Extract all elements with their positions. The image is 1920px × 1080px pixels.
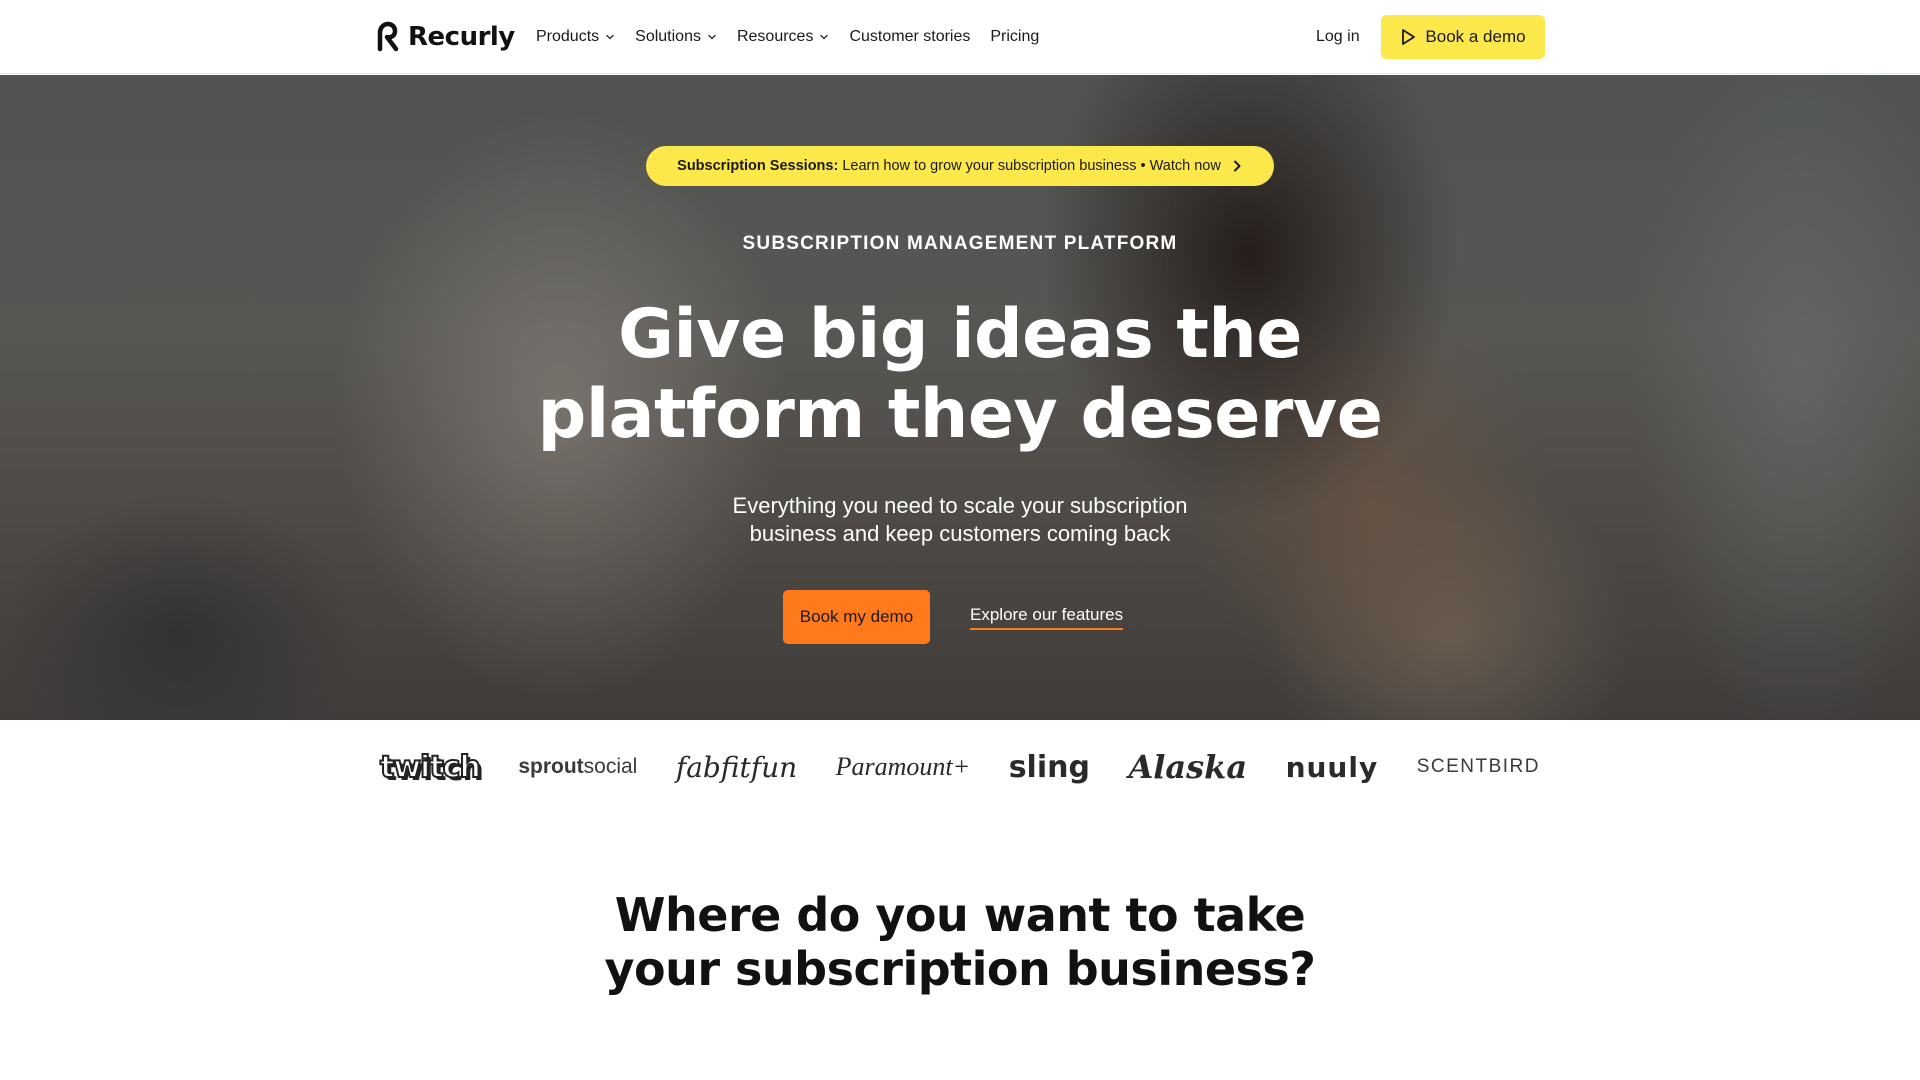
sprout-text: sprout [518, 755, 584, 778]
announcement-banner[interactable]: Subscription Sessions: Learn how to grow… [646, 146, 1274, 186]
alaska-logo: Alaska [1128, 748, 1248, 786]
subhead-line-1: Everything you need to scale your subscr… [732, 493, 1188, 518]
nav-item-label: Resources [736, 28, 814, 45]
paramount-plus-logo: Paramount+ [835, 752, 971, 781]
headline-line-2: platform they deserve [537, 375, 1383, 454]
nav-item-products[interactable]: Products [536, 28, 615, 46]
section-title-line-1: Where do you want to take [614, 888, 1306, 942]
section-title: Where do you want to take your subscript… [460, 888, 1460, 996]
headline-line-1: Give big ideas the [618, 295, 1302, 374]
nav-item-label: Products [536, 28, 600, 45]
section-title-line-2: your subscription business? [604, 942, 1316, 996]
announcement-text: Learn how to grow your subscription busi… [842, 158, 1221, 174]
hero-section: Subscription Sessions: Learn how to grow… [0, 75, 1920, 720]
sproutsocial-logo: sproutsocial [518, 755, 637, 779]
nav-item-label: Customer stories [849, 28, 971, 45]
book-demo-button[interactable]: Book a demo [1381, 15, 1545, 59]
nav-item-label: Pricing [990, 28, 1040, 45]
logo-text: Recurly [408, 22, 515, 52]
announcement-bold: Subscription Sessions: [677, 158, 839, 174]
hero-eyebrow: SUBSCRIPTION MANAGEMENT PLATFORM [742, 233, 1178, 254]
recurly-logo[interactable]: Recurly [374, 18, 515, 56]
social-text: social [583, 755, 638, 778]
nuuly-logo: nuuly [1285, 750, 1379, 784]
chevron-down-icon [708, 34, 716, 40]
chevron-down-icon [606, 34, 614, 40]
scentbird-logo: SCENTBIRD [1416, 756, 1540, 777]
nav-item-pricing[interactable]: Pricing [990, 28, 1039, 46]
twitch-logo: twitch [379, 749, 482, 786]
hero-headline: Give big ideas the platform they deserve [360, 295, 1560, 455]
nav-item-resources[interactable]: Resources [737, 28, 829, 46]
hero-subheadline: Everything you need to scale your subscr… [560, 492, 1360, 548]
login-link[interactable]: Log in [1316, 0, 1360, 74]
book-my-demo-button[interactable]: Book my demo [783, 590, 930, 644]
book-demo-label: Book a demo [1425, 27, 1526, 46]
sling-logo: sling [1008, 749, 1090, 785]
main-menu: Products Solutions Resources Customer st… [536, 0, 1039, 74]
recurly-logo-icon [377, 21, 399, 52]
nav-item-label: Solutions [635, 28, 701, 45]
chevron-down-icon [820, 34, 829, 40]
nav-item-solutions[interactable]: Solutions [635, 28, 717, 46]
explore-features-link[interactable]: Explore our features [970, 605, 1124, 630]
chevron-right-icon [1233, 160, 1241, 172]
fabfitfun-logo: fabfitfun [675, 750, 798, 784]
play-icon [1402, 29, 1416, 45]
top-navigation: Recurly Products Solutions Resources Cus… [0, 0, 1920, 74]
subhead-line-2: business and keep customers coming back [749, 521, 1171, 546]
nav-item-customer-stories[interactable]: Customer stories [849, 28, 970, 46]
customer-logos-strip: twitch sproutsocial fabfitfun Paramount+… [379, 748, 1540, 786]
